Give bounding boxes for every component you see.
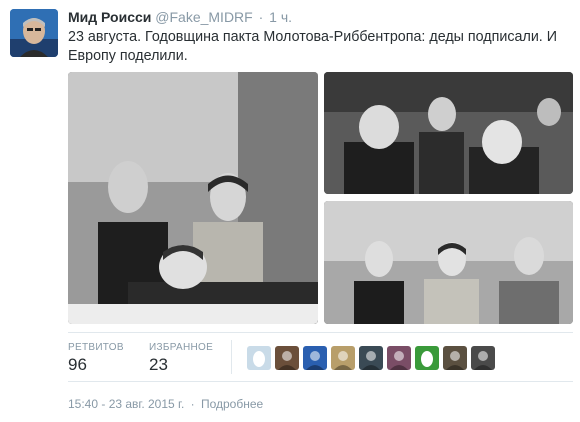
historical-photo-portrait-icon — [324, 201, 573, 324]
retweets-count: 96 — [68, 355, 87, 374]
photo-portrait[interactable] — [324, 201, 573, 324]
favoriter-avatar[interactable] — [275, 346, 299, 370]
stats-separator — [231, 340, 232, 374]
divider-bottom — [68, 381, 573, 382]
user-avatar-icon — [303, 346, 327, 370]
author-username[interactable]: @Fake_MIDRF — [155, 9, 252, 25]
historical-photo-signing-icon — [68, 72, 318, 324]
favorites-stat[interactable]: ИЗБРАННОЕ 23 — [149, 342, 213, 375]
photo-group[interactable] — [324, 72, 573, 194]
favorites-label: ИЗБРАННОЕ — [149, 342, 214, 353]
favoriter-avatar[interactable] — [303, 346, 327, 370]
author-name[interactable]: Мид Роисси — [68, 9, 151, 25]
favoriter-avatar[interactable] — [359, 346, 383, 370]
user-avatar-icon — [443, 346, 467, 370]
retweets-label: РЕТВИТОВ — [68, 342, 124, 353]
divider-top — [68, 332, 573, 333]
tweet-header: Мид Роисси @Fake_MIDRF · 1 ч. — [68, 9, 292, 25]
meta-separator: · — [190, 397, 195, 411]
favoriter-avatar[interactable] — [387, 346, 411, 370]
favoriters-list — [247, 346, 495, 370]
egg-icon — [415, 346, 439, 370]
time-separator: · — [258, 9, 264, 25]
favoriter-avatar[interactable] — [443, 346, 467, 370]
historical-photo-group-icon — [324, 72, 573, 194]
favorites-count: 23 — [149, 355, 168, 374]
media-grid — [68, 72, 573, 324]
favoriter-avatar[interactable] — [331, 346, 355, 370]
user-avatar-icon — [331, 346, 355, 370]
avatar-photo-icon — [10, 9, 58, 57]
favoriter-avatar[interactable] — [247, 346, 271, 370]
photo-signing[interactable] — [68, 72, 318, 324]
tweet-meta: 15:40 - 23 авг. 2015 г. · Подробнее — [68, 397, 263, 411]
user-avatar-icon — [387, 346, 411, 370]
user-avatar-icon — [471, 346, 495, 370]
avatar[interactable] — [10, 9, 58, 57]
tweet-timestamp[interactable]: 15:40 - 23 авг. 2015 г. — [68, 397, 184, 411]
tweet-time[interactable]: 1 ч. — [269, 9, 292, 25]
favoriter-avatar[interactable] — [415, 346, 439, 370]
favoriter-avatar[interactable] — [471, 346, 495, 370]
user-avatar-icon — [359, 346, 383, 370]
retweets-stat[interactable]: РЕТВИТОВ 96 — [68, 342, 124, 375]
tweet-text: 23 августа. Годовщина пакта Молотова-Риб… — [68, 29, 558, 64]
details-link[interactable]: Подробнее — [201, 397, 263, 411]
egg-icon — [247, 346, 271, 370]
user-avatar-icon — [275, 346, 299, 370]
